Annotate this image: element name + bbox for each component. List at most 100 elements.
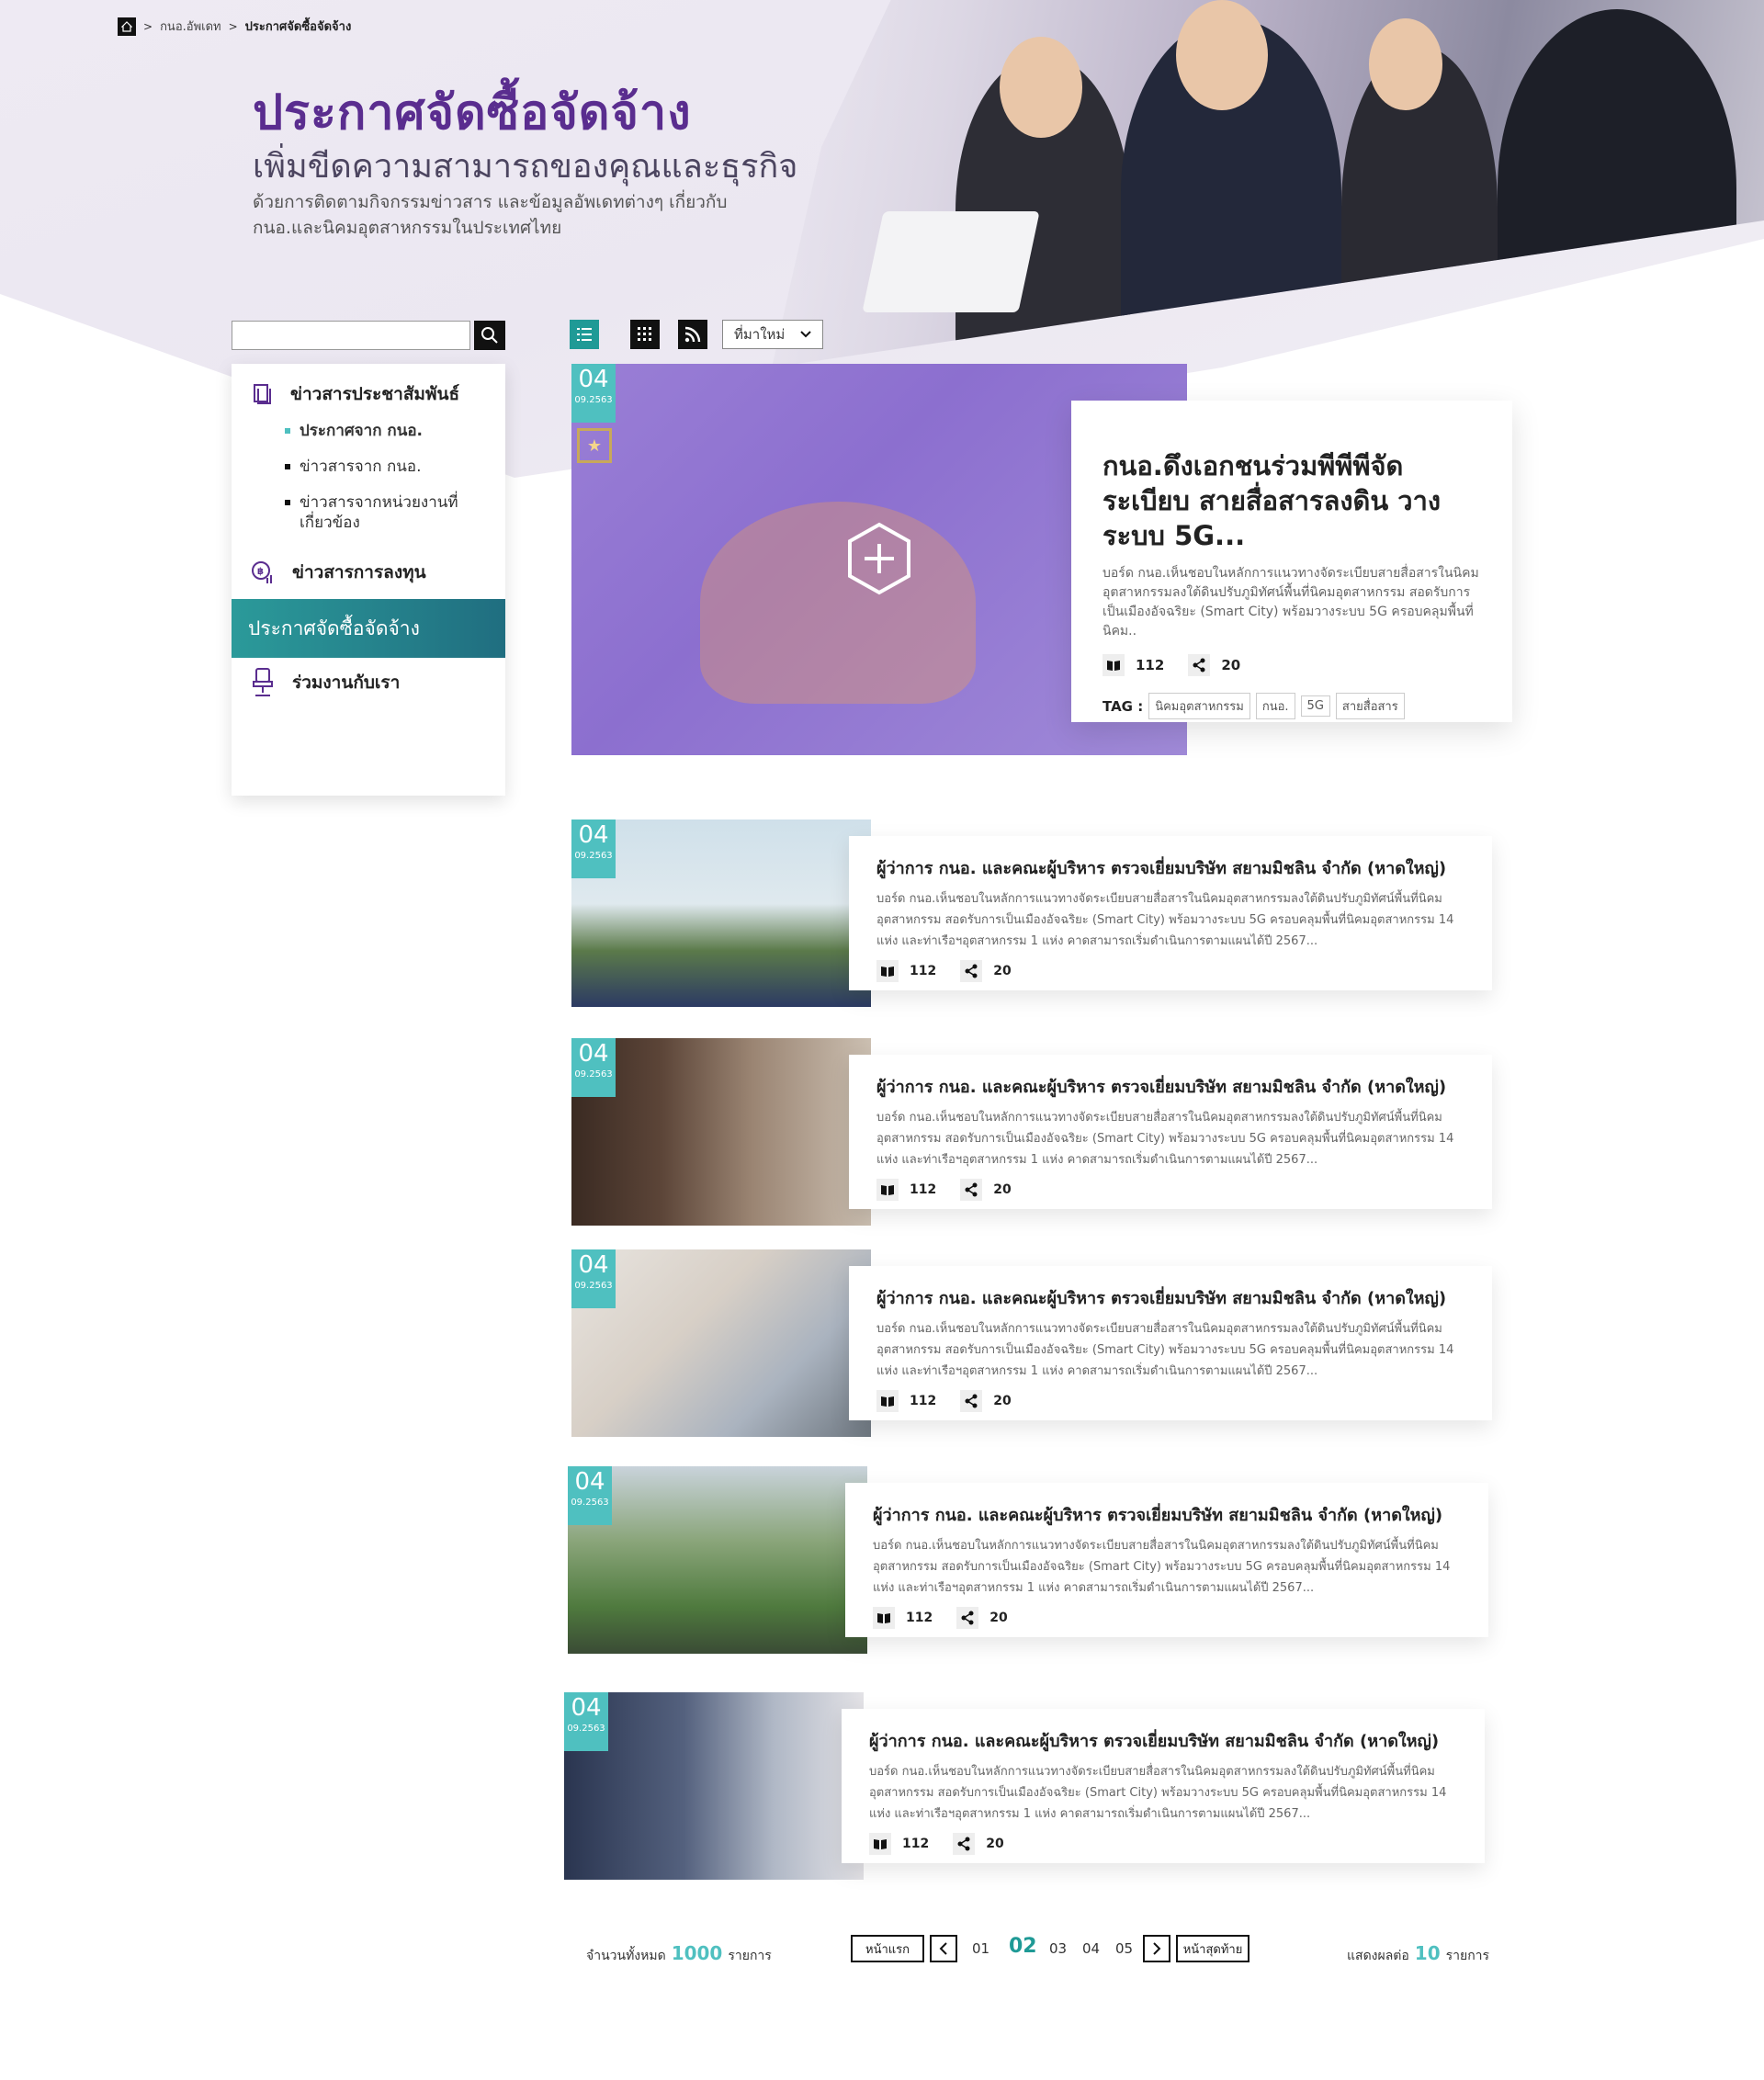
news-excerpt: บอร์ด กนอ.เห็นชอบในหลักการแนวทางจัดระเบี… — [876, 1111, 1454, 1167]
news-thumbnail[interactable] — [568, 1466, 867, 1654]
page-number-current[interactable]: 02 — [1009, 1935, 1037, 1958]
date-badge: 04 09.2563 — [571, 364, 616, 423]
per-page-unit: รายการ — [1445, 1949, 1490, 1963]
rss-button[interactable] — [678, 320, 707, 349]
date-badge: 04 09.2563 — [571, 1249, 616, 1308]
page-number[interactable]: 03 — [1049, 1940, 1067, 1957]
news-item[interactable]: 04 09.2563 ผู้ว่าการ กนอ. และคณะผู้บริหา… — [571, 820, 1499, 1007]
share-count: 20 — [993, 1394, 1012, 1408]
sidebar-subitem-label: ข่าวสารจากหน่วยงานที่เกี่ยวข้อง — [300, 493, 458, 532]
sort-selected-value: ที่มาใหม่ — [734, 326, 786, 343]
tag-list: TAG : นิคมอุตสาหกรรม กนอ. 5G สายสื่อสาร — [1102, 693, 1481, 719]
news-title[interactable]: ผู้ว่าการ กนอ. และคณะผู้บริหาร ตรวจเยี่ย… — [876, 1284, 1464, 1311]
page-number[interactable]: 04 — [1082, 1940, 1100, 1957]
date-badge: 04 09.2563 — [564, 1692, 608, 1751]
sidebar-item-label: ร่วมงานกับเรา — [292, 673, 401, 693]
date-year: 09.2563 — [567, 1724, 605, 1734]
news-title[interactable]: ผู้ว่าการ กนอ. และคณะผู้บริหาร ตรวจเยี่ย… — [876, 1073, 1464, 1100]
next-page-button[interactable] — [1143, 1935, 1170, 1962]
share-icon[interactable] — [960, 1179, 983, 1201]
per-page: แสดงผลต่อ 10 รายการ — [1347, 1942, 1489, 1966]
news-item[interactable]: 04 09.2563 ผู้ว่าการ กนอ. และคณะผู้บริหา… — [571, 1249, 1499, 1437]
svg-text:฿: ฿ — [257, 567, 264, 577]
view-count: 112 — [902, 1837, 930, 1851]
page-number[interactable]: 01 — [972, 1940, 989, 1957]
featured-news-excerpt: บอร์ด กนอ.เห็นชอบในหลักการแนวทางจัดระเบี… — [1102, 566, 1479, 639]
news-title[interactable]: ผู้ว่าการ กนอ. และคณะผู้บริหาร ตรวจเยี่ย… — [869, 1727, 1457, 1754]
bullet-icon — [285, 500, 290, 505]
sidebar-subitem-label: ประกาศจาก กนอ. — [300, 422, 423, 440]
star-icon: ★ — [577, 428, 612, 463]
news-card[interactable]: ผู้ว่าการ กนอ. และคณะผู้บริหาร ตรวจเยี่ย… — [849, 1055, 1492, 1209]
sidebar-item-careers[interactable]: ร่วมงานกับเรา — [232, 667, 505, 698]
news-title[interactable]: ผู้ว่าการ กนอ. และคณะผู้บริหาร ตรวจเยี่ย… — [873, 1501, 1461, 1528]
featured-news-title[interactable]: กนอ.ดึงเอกชนร่วมพีพีพีจัดระเบียบ สายสื่อ… — [1102, 448, 1481, 553]
share-count: 20 — [989, 1611, 1008, 1625]
breadcrumb-link-update[interactable]: กนอ.อัพเดท — [160, 17, 221, 36]
sidebar-item-label: ข่าวสารประชาสัมพันธ์ — [290, 384, 460, 404]
share-icon[interactable] — [960, 960, 983, 982]
news-item[interactable]: 04 09.2563 ผู้ว่าการ กนอ. และคณะผู้บริหา… — [571, 1038, 1499, 1226]
share-count: 20 — [986, 1837, 1004, 1851]
page-number[interactable]: 05 — [1115, 1940, 1133, 1957]
grid-icon — [638, 327, 651, 341]
search-button[interactable] — [474, 321, 505, 350]
view-count: 112 — [910, 1182, 937, 1197]
sidebar-item-investment[interactable]: ฿ ข่าวสารการลงทุน — [232, 559, 505, 586]
tag-item[interactable]: กนอ. — [1255, 693, 1295, 719]
sort-select[interactable]: ที่มาใหม่ — [722, 320, 823, 349]
tag-item[interactable]: นิคมอุตสาหกรรม — [1148, 693, 1250, 719]
view-count: 112 — [910, 964, 937, 978]
view-count: 112 — [906, 1611, 933, 1625]
investment-icon: ฿ — [252, 561, 272, 583]
news-title[interactable]: ผู้ว่าการ กนอ. และคณะผู้บริหาร ตรวจเยี่ย… — [876, 854, 1464, 881]
sidebar-subitem-ieat-news[interactable]: ข่าวสารจาก กนอ. — [285, 457, 487, 477]
date-year: 09.2563 — [574, 1281, 613, 1291]
share-icon[interactable] — [960, 1390, 983, 1412]
first-page-button[interactable]: หน้าแรก — [851, 1935, 924, 1962]
search-input[interactable] — [232, 321, 470, 350]
home-icon[interactable] — [118, 17, 136, 36]
tag-item[interactable]: สายสื่อสาร — [1335, 693, 1405, 719]
list-view-button[interactable] — [570, 320, 599, 349]
prev-page-button[interactable] — [930, 1935, 957, 1962]
document-icon — [254, 384, 271, 404]
view-count: 112 — [1136, 657, 1165, 673]
share-icon[interactable] — [953, 1833, 976, 1855]
last-page-button[interactable]: หน้าสุดท้าย — [1176, 1935, 1250, 1962]
news-thumbnail[interactable] — [571, 1249, 871, 1437]
sidebar-subitem-announcement[interactable]: ประกาศจาก กนอ. — [285, 421, 487, 441]
date-badge: 04 09.2563 — [568, 1466, 612, 1525]
news-item[interactable]: 04 09.2563 ผู้ว่าการ กนอ. และคณะผู้บริหา… — [564, 1692, 1492, 1880]
date-year: 09.2563 — [571, 1498, 609, 1508]
news-card[interactable]: ผู้ว่าการ กนอ. และคณะผู้บริหาร ตรวจเยี่ย… — [845, 1483, 1488, 1637]
news-card[interactable]: ผู้ว่าการ กนอ. และคณะผู้บริหาร ตรวจเยี่ย… — [849, 1266, 1492, 1420]
tag-item[interactable]: 5G — [1300, 695, 1330, 717]
list-icon — [577, 328, 592, 341]
date-year: 09.2563 — [574, 395, 613, 405]
sidebar-subitem-agency-news[interactable]: ข่าวสารจากหน่วยงานที่เกี่ยวข้อง — [285, 492, 487, 533]
featured-news-card[interactable]: กนอ.ดึงเอกชนร่วมพีพีพีจัดระเบียบ สายสื่อ… — [1071, 401, 1512, 722]
news-thumbnail[interactable] — [564, 1692, 864, 1880]
news-item[interactable]: 04 09.2563 ผู้ว่าการ กนอ. และคณะผู้บริหา… — [568, 1466, 1496, 1654]
sidebar-item-pr-news[interactable]: ข่าวสารประชาสัมพันธ์ — [232, 380, 505, 408]
pagination: จำนวนทั้งหมด 1000 รายการ หน้าแรก 01 02 03 … — [0, 1935, 1764, 1966]
chevron-right-icon: > — [228, 19, 238, 33]
date-day: 04 — [578, 1040, 609, 1068]
news-thumbnail[interactable] — [571, 820, 871, 1007]
breadcrumb: > กนอ.อัพเดท > ประกาศจัดซื้อจัดจ้าง — [118, 17, 351, 36]
sidebar-item-procurement[interactable]: ประกาศจัดซื้อจัดจ้าง — [232, 599, 505, 658]
chevron-left-icon — [939, 1942, 947, 1955]
grid-view-button[interactable] — [630, 320, 660, 349]
tag-label: TAG : — [1102, 697, 1144, 715]
date-day: 04 — [571, 1694, 602, 1722]
share-icon[interactable] — [956, 1607, 979, 1629]
news-card[interactable]: ผู้ว่าการ กนอ. และคณะผู้บริหาร ตรวจเยี่ย… — [842, 1709, 1485, 1863]
bullet-icon — [285, 464, 290, 469]
news-card[interactable]: ผู้ว่าการ กนอ. และคณะผู้บริหาร ตรวจเยี่ย… — [849, 836, 1492, 990]
share-icon[interactable] — [1188, 654, 1211, 676]
news-thumbnail[interactable] — [571, 1038, 871, 1226]
plus-hexagon-icon[interactable] — [847, 522, 911, 595]
sidebar-item-label: ข่าวสารการลงทุน — [292, 562, 426, 582]
total-value: 1000 — [671, 1942, 723, 1964]
